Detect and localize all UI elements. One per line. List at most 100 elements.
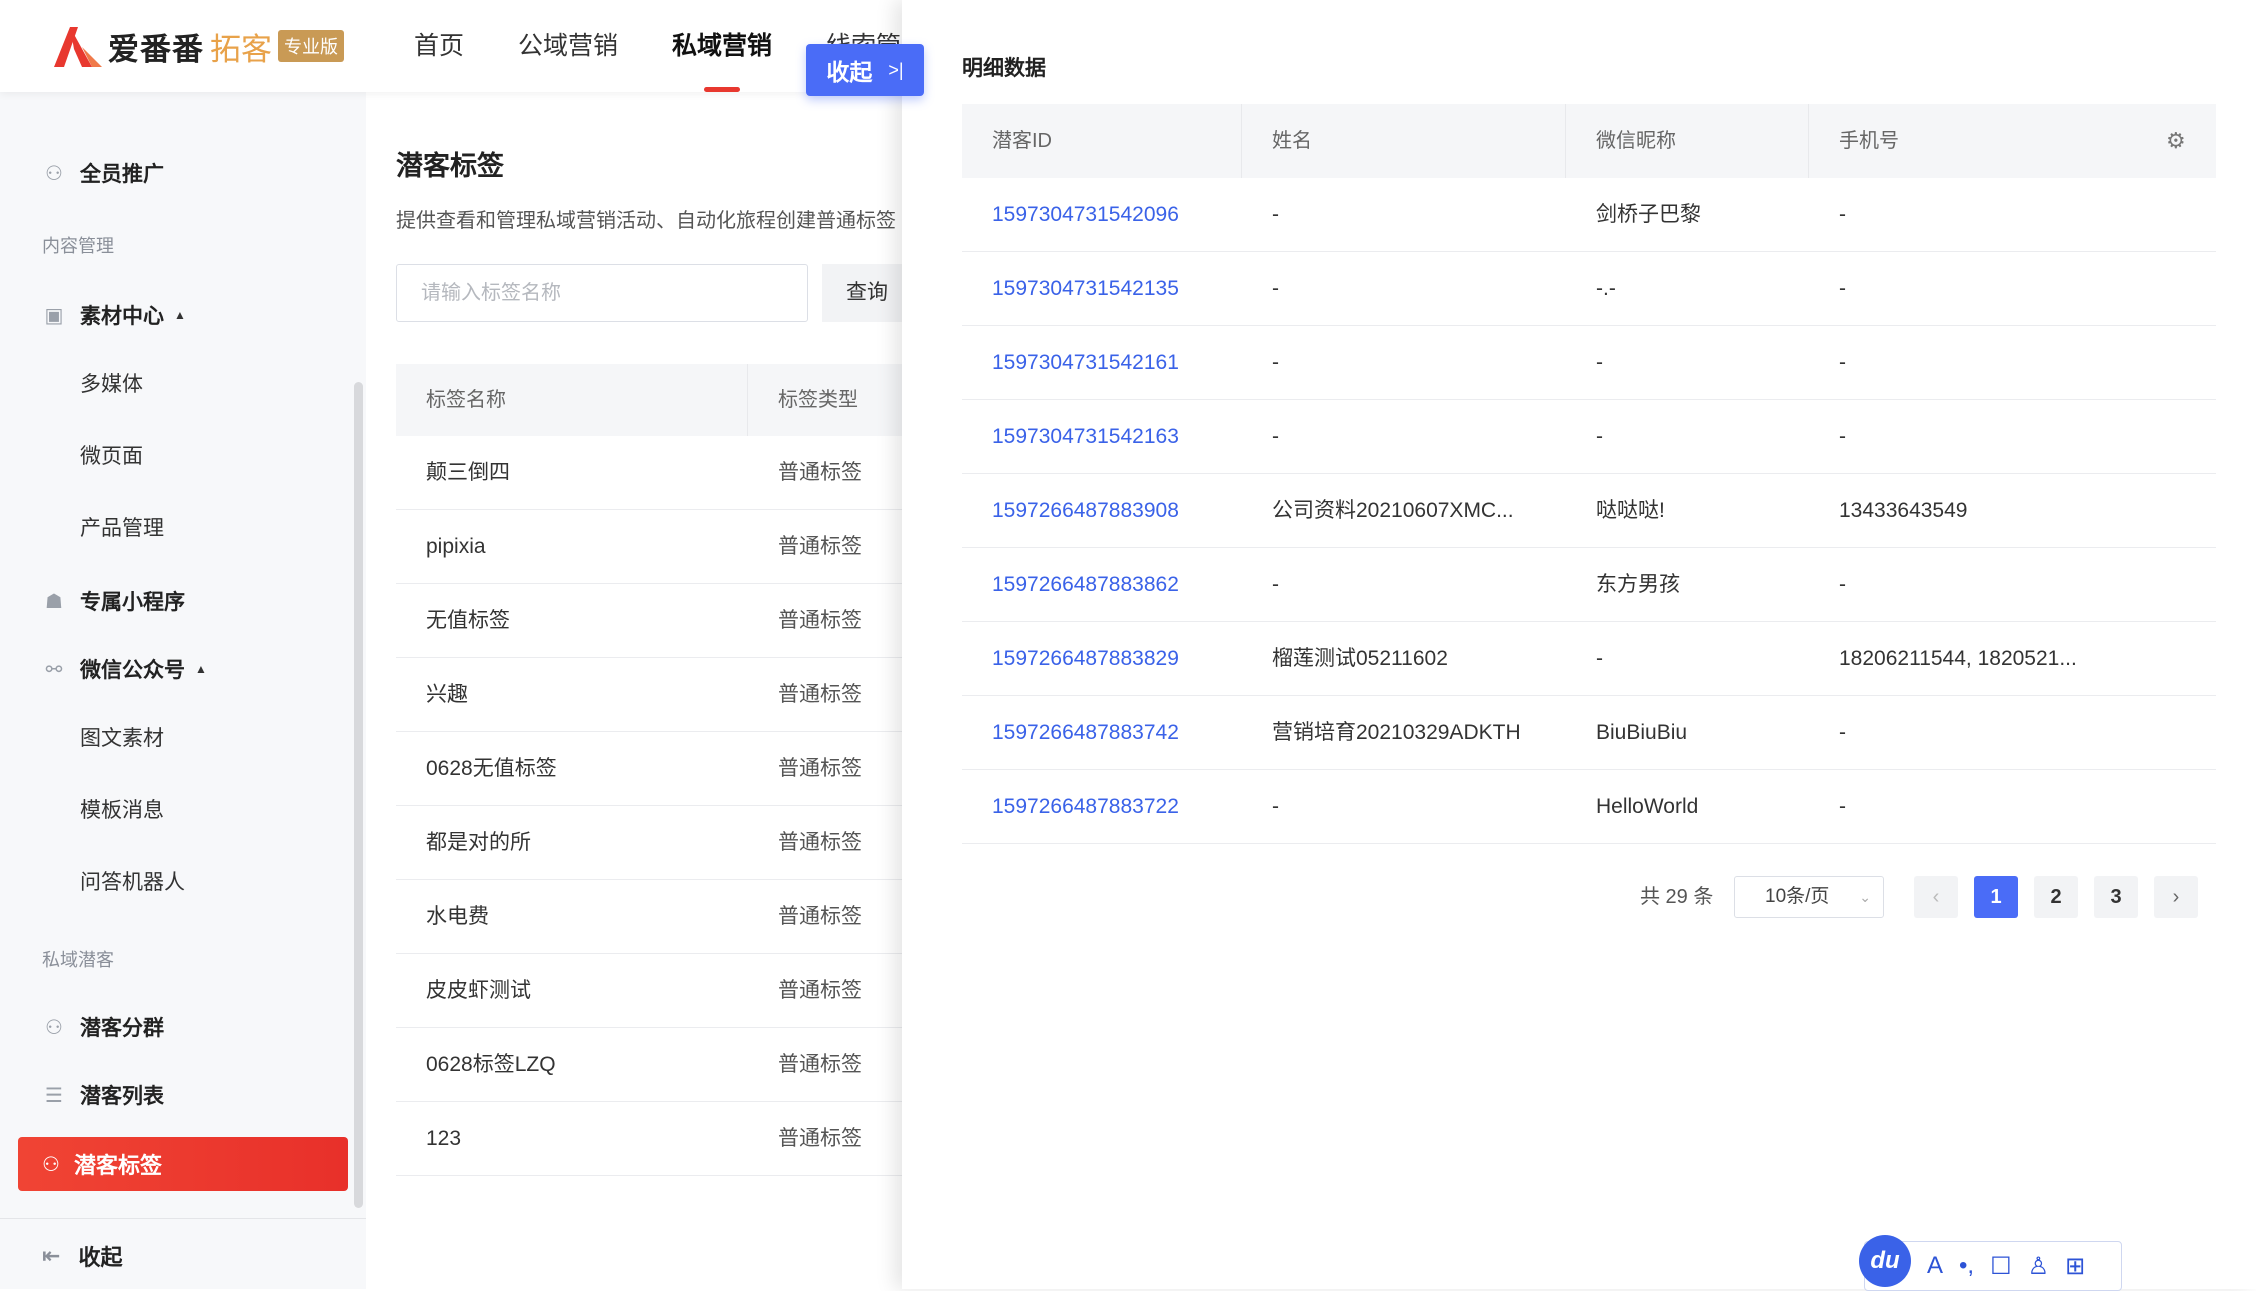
table-row[interactable]: 0628无值标签 普通标签	[396, 732, 936, 806]
phone-cell: -	[1839, 203, 1846, 226]
ime-punctuation-icon[interactable]: •,	[1959, 1252, 1974, 1280]
ime-menu-icon[interactable]: ⊞	[2065, 1252, 2085, 1281]
image-icon: ▣	[44, 304, 64, 327]
nav-public-marketing[interactable]: 公域营销	[518, 0, 618, 92]
wechat-nickname-cell: 剑桥子巴黎	[1596, 203, 1701, 226]
table-row: 1597266487883908 公司资料20210607XMC... 哒哒哒! 13…	[962, 474, 2216, 548]
nav-home[interactable]: 首页	[414, 0, 464, 92]
tag-name-cell: 兴趣	[426, 683, 468, 706]
nav-leads[interactable]: 线索管	[826, 0, 901, 44]
page-1-button[interactable]: 1	[1974, 876, 2018, 918]
name-cell: 营销培育20210329ADKTH	[1272, 721, 1521, 744]
tag-name-cell: 颠三倒四	[426, 461, 510, 484]
drawer-collapse-button[interactable]: 收起 >|	[806, 44, 924, 96]
phone-cell: -	[1839, 351, 1846, 374]
table-row[interactable]: 都是对的所 普通标签	[396, 806, 936, 880]
users-icon: ⚇	[45, 1016, 63, 1039]
name-cell: 公司资料20210607XMC...	[1272, 499, 1514, 522]
table-row[interactable]: 颠三倒四 普通标签	[396, 436, 936, 510]
sidebar-collapse[interactable]: ⇤ 收起	[42, 1240, 122, 1272]
header-tag-type: 标签类型	[778, 389, 858, 411]
wechat-nickname-cell: 哒哒哒!	[1596, 499, 1665, 522]
wechat-nickname-cell: BiuBiuBiu	[1596, 721, 1688, 744]
lead-id-link[interactable]: 1597304731542096	[962, 178, 1242, 251]
next-page-button[interactable]: ›	[2154, 876, 2198, 918]
tag-search-input[interactable]: 请输入标签名称	[396, 264, 808, 322]
name-cell: -	[1272, 425, 1279, 448]
sidebar-item-segment[interactable]: ⚇ 潜客分群	[42, 1012, 164, 1042]
drawer-title: 明细数据	[962, 57, 1046, 80]
sidebar-item-micropage[interactable]: 微页面	[80, 440, 143, 470]
sidebar-item-tags-active[interactable]: ⚇ 潜客标签	[18, 1137, 348, 1191]
sidebar-item-wechat-oa[interactable]: ⚯ 微信公众号 ▲	[42, 654, 207, 684]
lead-id-link[interactable]: 1597266487883722	[962, 770, 1242, 843]
sidebar-item-article[interactable]: 图文素材	[80, 722, 164, 752]
table-row[interactable]: pipixia 普通标签	[396, 510, 936, 584]
table-row[interactable]: 皮皮虾测试 普通标签	[396, 954, 936, 1028]
lead-id-link[interactable]: 1597304731542135	[962, 252, 1242, 325]
lead-id-link[interactable]: 1597266487883742	[962, 696, 1242, 769]
lead-id-link[interactable]: 1597304731542163	[962, 400, 1242, 473]
page-description: 提供查看和管理私域营销活动、自动化旅程创建普通标签	[396, 210, 896, 232]
sidebar-item-label: 潜客标签	[73, 1153, 162, 1178]
table-row[interactable]: 兴趣 普通标签	[396, 658, 936, 732]
page-title: 潜客标签	[396, 151, 504, 181]
lead-id-link[interactable]: 1597266487883829	[962, 622, 1242, 695]
tag-name-cell: 0628标签LZQ	[426, 1053, 556, 1076]
tag-type-cell: 普通标签	[778, 535, 862, 558]
sidebar-item-promotion[interactable]: ⚇ 全员推广	[42, 158, 164, 188]
ime-font-icon[interactable]: A	[1927, 1252, 1943, 1280]
tag-table: 标签名称 标签类型 颠三倒四 普通标签 pipixia 普通标签 无值标签 普通标签 兴趣普…	[396, 364, 936, 1176]
brand-logo[interactable]: 爱番番 拓客 专业版	[52, 22, 344, 70]
phone-cell: 18206211544, 1820521...	[1839, 647, 2077, 670]
header-lead-id: 潜客ID	[962, 104, 1242, 178]
sidebar-scrollbar[interactable]	[354, 382, 363, 1208]
sidebar-item-material-center[interactable]: ▣ 素材中心 ▲	[42, 300, 186, 330]
tag-type-cell: 普通标签	[778, 609, 862, 632]
brand-logo-icon	[54, 27, 102, 67]
sidebar-item-list[interactable]: ☰ 潜客列表	[42, 1080, 164, 1110]
header-wechat-nickname: 微信昵称	[1566, 104, 1809, 178]
sidebar-item-qa-bot[interactable]: 问答机器人	[80, 866, 185, 896]
page-2-button[interactable]: 2	[2034, 876, 2078, 918]
name-cell: -	[1272, 277, 1279, 300]
tag-type-cell: 普通标签	[778, 1053, 862, 1076]
tag-name-cell: 无值标签	[426, 609, 510, 632]
sidebar-item-mini-program[interactable]: ☗ 专属小程序	[42, 586, 185, 616]
lead-id-link[interactable]: 1597266487883908	[962, 474, 1242, 547]
page-size-select[interactable]: 10条/页 ⌄	[1734, 876, 1884, 918]
sidebar: ⚇ 全员推广 内容管理 ▣ 素材中心 ▲ 多媒体 微页面 产品管理 ☗ 专属小程…	[0, 92, 366, 1289]
lead-id-link[interactable]: 1597266487883862	[962, 548, 1242, 621]
page-3-button[interactable]: 3	[2094, 876, 2138, 918]
table-row[interactable]: 水电费 普通标签	[396, 880, 936, 954]
table-row[interactable]: 0628标签LZQ 普通标签	[396, 1028, 936, 1102]
ime-logo-icon[interactable]: du	[1859, 1235, 1911, 1287]
tag-type-cell: 普通标签	[778, 461, 862, 484]
table-row: 1597266487883862 - 东方男孩 -	[962, 548, 2216, 622]
name-cell: -	[1272, 203, 1279, 226]
phone-cell: -	[1839, 721, 1846, 744]
pagination: 共 29 条 10条/页 ⌄ ‹ 1 2 3 ›	[902, 876, 2256, 918]
ime-user-icon[interactable]: ♙	[2028, 1252, 2050, 1281]
sidebar-item-template-msg[interactable]: 模板消息	[80, 794, 164, 824]
brand-name: 爱番番	[108, 31, 204, 67]
table-row[interactable]: 123 普通标签	[396, 1102, 936, 1176]
query-button[interactable]: 查询	[822, 264, 912, 322]
header-phone: 手机号	[1839, 130, 1899, 152]
sidebar-divider	[0, 1218, 366, 1219]
phone-cell: -	[1839, 573, 1846, 596]
lead-id-link[interactable]: 1597304731542161	[962, 326, 1242, 399]
sidebar-item-products[interactable]: 产品管理	[80, 512, 164, 542]
name-cell: 榴莲测试05211602	[1272, 647, 1448, 670]
sidebar-item-multimedia[interactable]: 多媒体	[80, 368, 143, 398]
tag-name-cell: 水电费	[426, 905, 489, 928]
prev-page-button[interactable]: ‹	[1914, 876, 1958, 918]
caret-up-icon: ▲	[195, 662, 207, 676]
table-row[interactable]: 无值标签 普通标签	[396, 584, 936, 658]
column-settings-icon[interactable]: ⚙	[2166, 130, 2188, 152]
nav-private-marketing[interactable]: 私域营销	[672, 0, 772, 92]
sidebar-item-label: 全员推广	[80, 163, 164, 186]
name-cell: -	[1272, 351, 1279, 374]
ime-keyboard-icon[interactable]: ☐	[1990, 1252, 2012, 1281]
pagination-total: 共 29 条	[1640, 886, 1714, 908]
